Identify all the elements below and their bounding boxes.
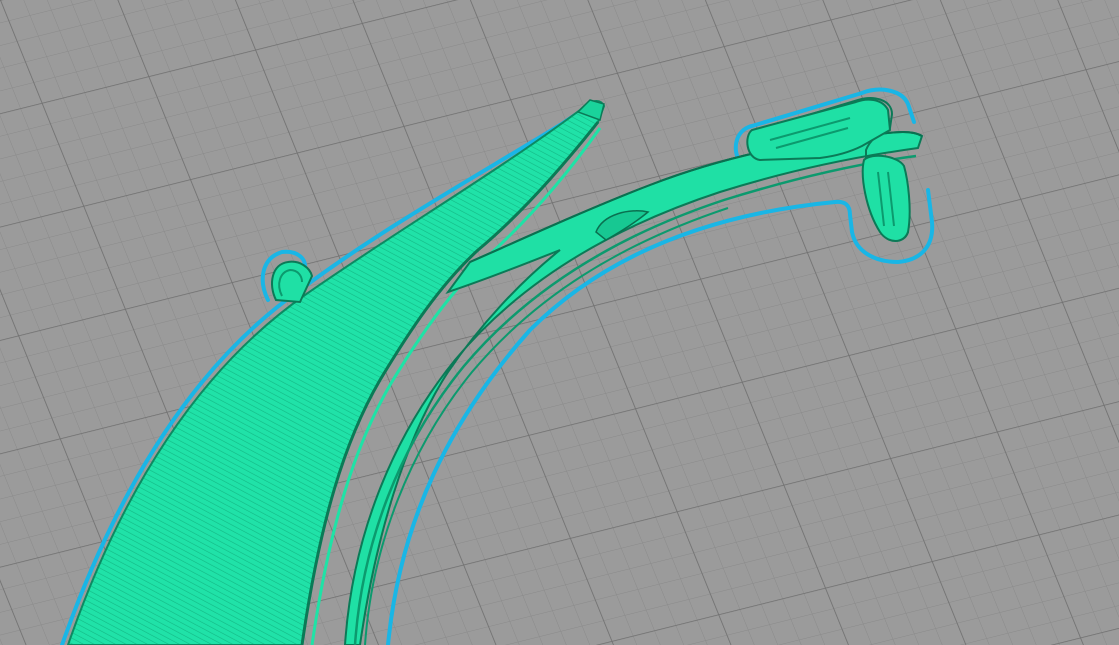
build-plate-scene[interactable] <box>0 0 1119 645</box>
slicer-3d-viewport[interactable] <box>0 0 1119 645</box>
